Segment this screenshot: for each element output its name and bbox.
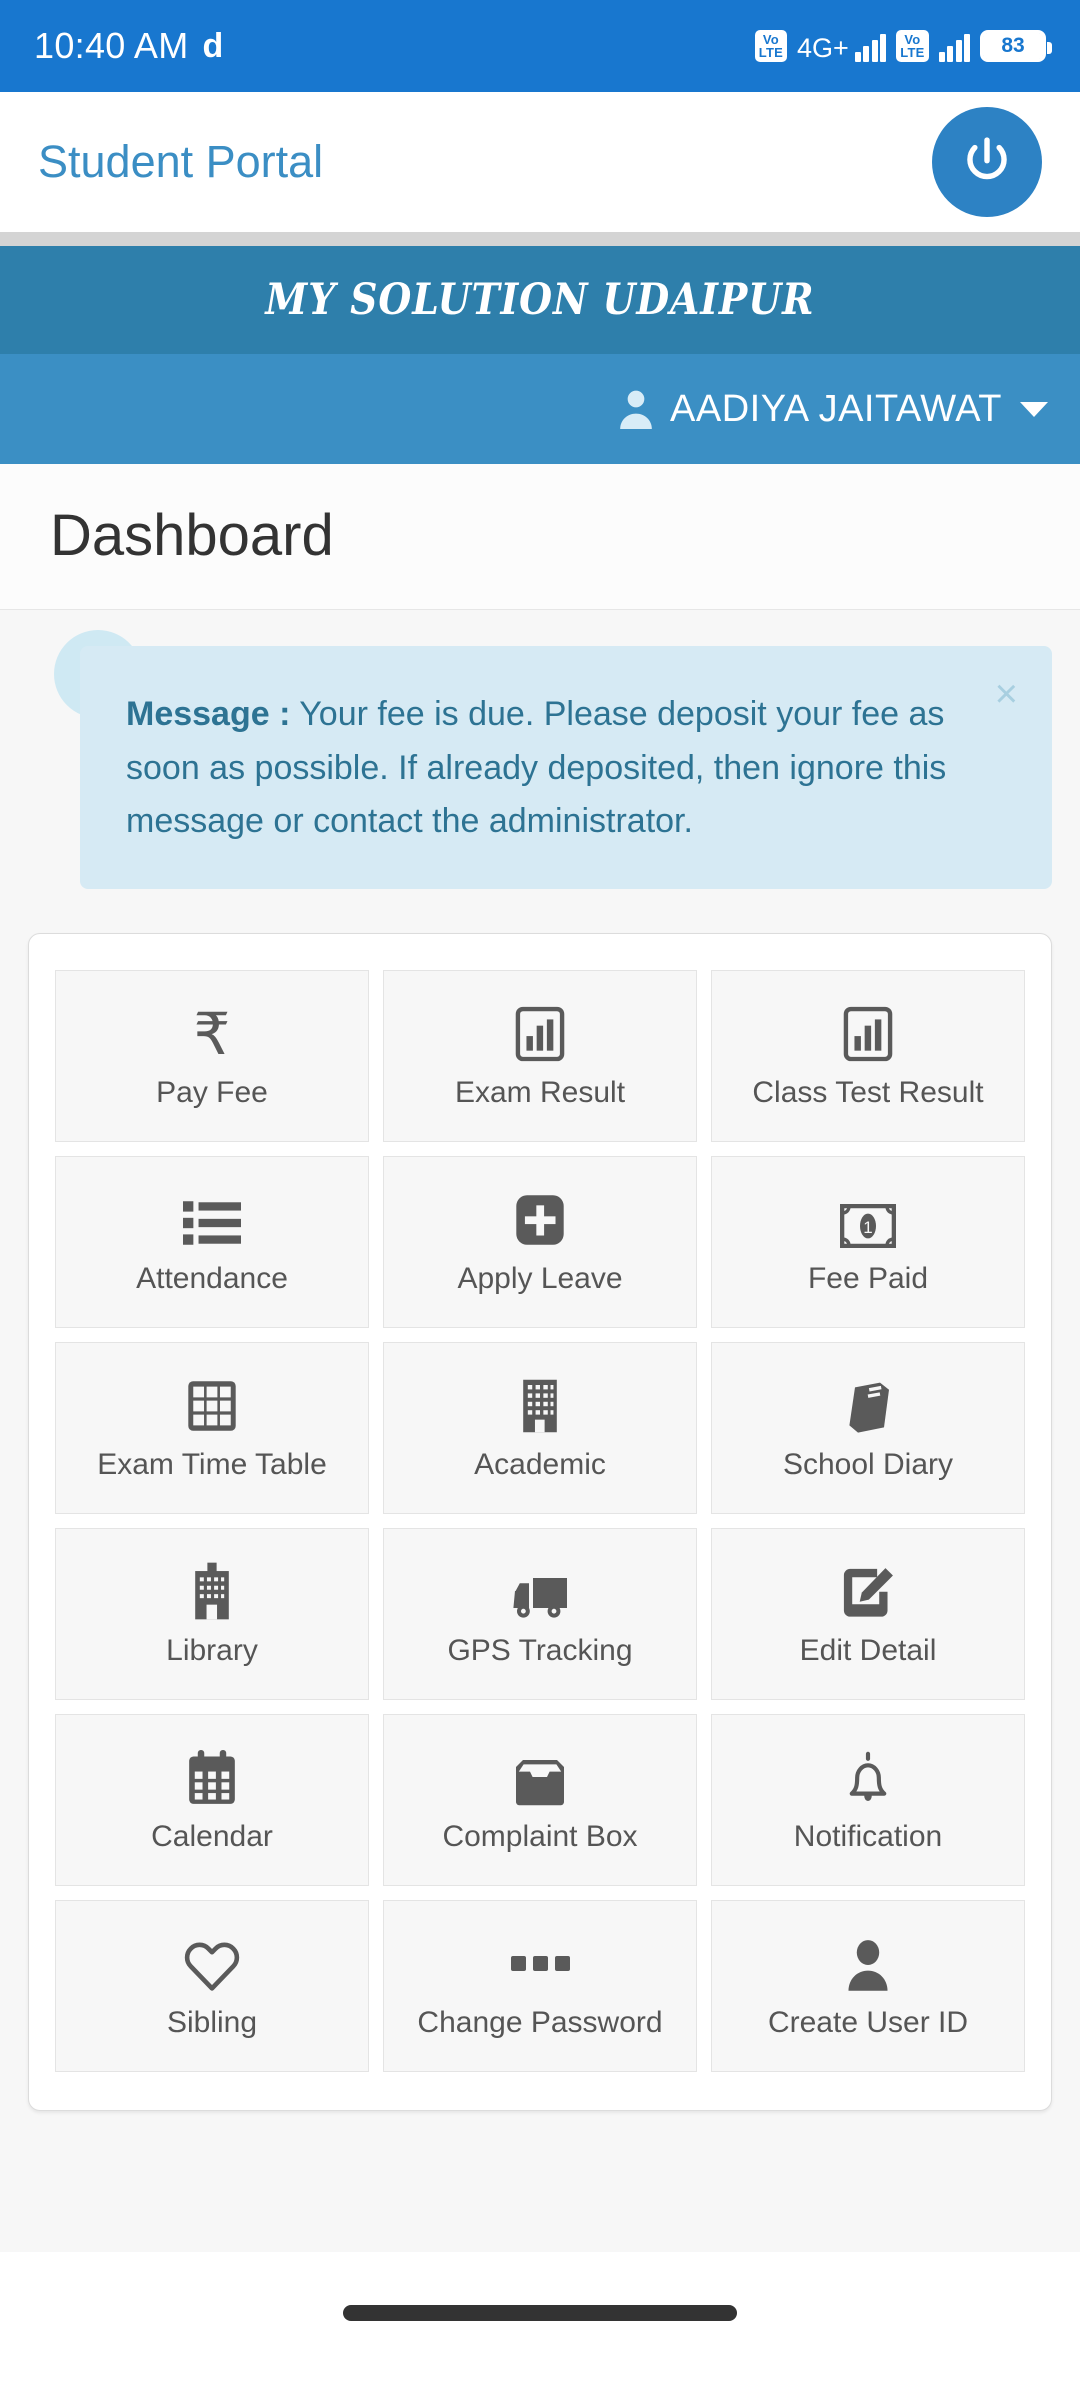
tile-edit-detail[interactable]: Edit Detail [711,1528,1025,1701]
status-time: 10:40 AM [34,25,189,66]
chevron-down-icon[interactable] [1020,401,1048,417]
status-bar-left: 10:40 AM d [34,25,223,67]
tile-label: Complaint Box [442,1820,638,1854]
tile-exam-result[interactable]: Exam Result [383,970,697,1143]
tile-label: School Diary [782,1448,954,1482]
tile-label: Notification [793,1820,943,1854]
tile-label: Sibling [166,2006,258,2040]
list-icon [183,1190,241,1248]
tile-attendance[interactable]: Attendance [55,1156,369,1329]
tile-label: Fee Paid [807,1262,929,1296]
rupee-icon: ₹ [193,1000,231,1069]
menu-card: ₹ Pay Fee Exam Result Class Test Result … [28,933,1052,2112]
tile-sibling[interactable]: Sibling [55,1900,369,2073]
close-icon[interactable]: × [995,674,1018,714]
tile-label: Change Password [417,2006,663,2040]
fee-due-alert: i × Message : Your fee is due. Please de… [28,630,1052,890]
person-icon [845,1934,891,1992]
tile-label: Academic [474,1448,606,1482]
tile-library[interactable]: Library [55,1528,369,1701]
tile-label: Library [166,1634,258,1668]
school-banner: MY SOLUTION UDAIPUR [0,246,1080,354]
school-name: MY SOLUTION UDAIPUR [265,275,815,325]
tile-label: Attendance [136,1262,288,1296]
svg-text:1: 1 [863,1218,872,1237]
user-bar[interactable]: AADIYA JAITAWAT [0,354,1080,464]
truck-icon [511,1562,569,1620]
logout-power-button[interactable] [932,107,1042,217]
app-bar: Student Portal [0,92,1080,232]
volte-icon-2: Vo LTE [896,30,929,62]
signal-bars-icon-2 [938,32,970,62]
user-avatar-icon [620,390,652,429]
header-divider [0,232,1080,246]
edit-pencil-icon [841,1562,895,1620]
bell-icon [843,1748,893,1806]
system-navigation-bar [0,2252,1080,2374]
tile-create-user-id[interactable]: Create User ID [711,1900,1025,2073]
status-bar: 10:40 AM d Vo LTE 4G+ Vo LTE 83 [0,0,1080,92]
battery-icon: 83 [980,30,1052,62]
network-type-label: 4G+ [797,33,849,63]
bar-chart-icon [515,1004,565,1062]
tile-apply-leave[interactable]: Apply Leave [383,1156,697,1329]
building-icon [519,1376,561,1434]
do-not-disturb-icon: d [202,26,224,65]
tile-gps-tracking[interactable]: GPS Tracking [383,1528,697,1701]
app-title: Student Portal [38,136,324,187]
tile-label: GPS Tracking [447,1634,633,1668]
dashboard-content: i × Message : Your fee is due. Please de… [0,610,1080,2252]
tile-label: Class Test Result [752,1076,984,1110]
tile-change-password[interactable]: Change Password [383,1900,697,2073]
library-building-icon [191,1562,233,1620]
power-icon [967,137,1007,180]
volte-icon-1: Vo LTE [754,30,787,62]
page-title: Dashboard [50,503,334,568]
tile-complaint-box[interactable]: Complaint Box [383,1714,697,1887]
battery-percent: 83 [983,33,1043,59]
tile-label: Apply Leave [457,1262,623,1296]
status-bar-right: Vo LTE 4G+ Vo LTE 83 [754,30,1052,63]
gesture-home-pill[interactable] [343,2305,737,2321]
tile-class-test-result[interactable]: Class Test Result [711,970,1025,1143]
calendar-icon [186,1748,238,1806]
alert-text: Message : Your fee is due. Please deposi… [126,688,992,849]
menu-grid: ₹ Pay Fee Exam Result Class Test Result … [55,970,1025,2073]
tile-label: Calendar [151,1820,273,1854]
ellipsis-icon [510,1934,570,1992]
user-name: AADIYA JAITAWAT [670,387,1002,430]
page-header: Dashboard [0,464,1080,610]
tile-calendar[interactable]: Calendar [55,1714,369,1887]
bar-chart-icon [843,1004,893,1062]
tile-label: Exam Result [454,1076,626,1110]
alert-box: × Message : Your fee is due. Please depo… [80,646,1052,890]
tile-label: Exam Time Table [97,1448,327,1482]
book-icon [842,1376,894,1434]
tile-notification[interactable]: Notification [711,1714,1025,1887]
banknote-icon: 1 [840,1190,896,1249]
signal-bars-icon-1 [854,32,887,62]
tile-academic[interactable]: Academic [383,1342,697,1515]
alert-label: Message : [126,695,291,733]
tile-pay-fee[interactable]: ₹ Pay Fee [55,970,369,1143]
tile-label: Create User ID [767,2006,969,2040]
tile-fee-paid[interactable]: 1 Fee Paid [711,1156,1025,1329]
heart-icon [184,1934,240,1992]
table-grid-icon [186,1376,238,1434]
inbox-icon [514,1748,566,1806]
tile-label: Pay Fee [156,1076,268,1110]
tile-school-diary[interactable]: School Diary [711,1342,1025,1515]
plus-square-icon [514,1190,566,1248]
tile-label: Edit Detail [799,1634,937,1668]
tile-exam-time-table[interactable]: Exam Time Table [55,1342,369,1515]
